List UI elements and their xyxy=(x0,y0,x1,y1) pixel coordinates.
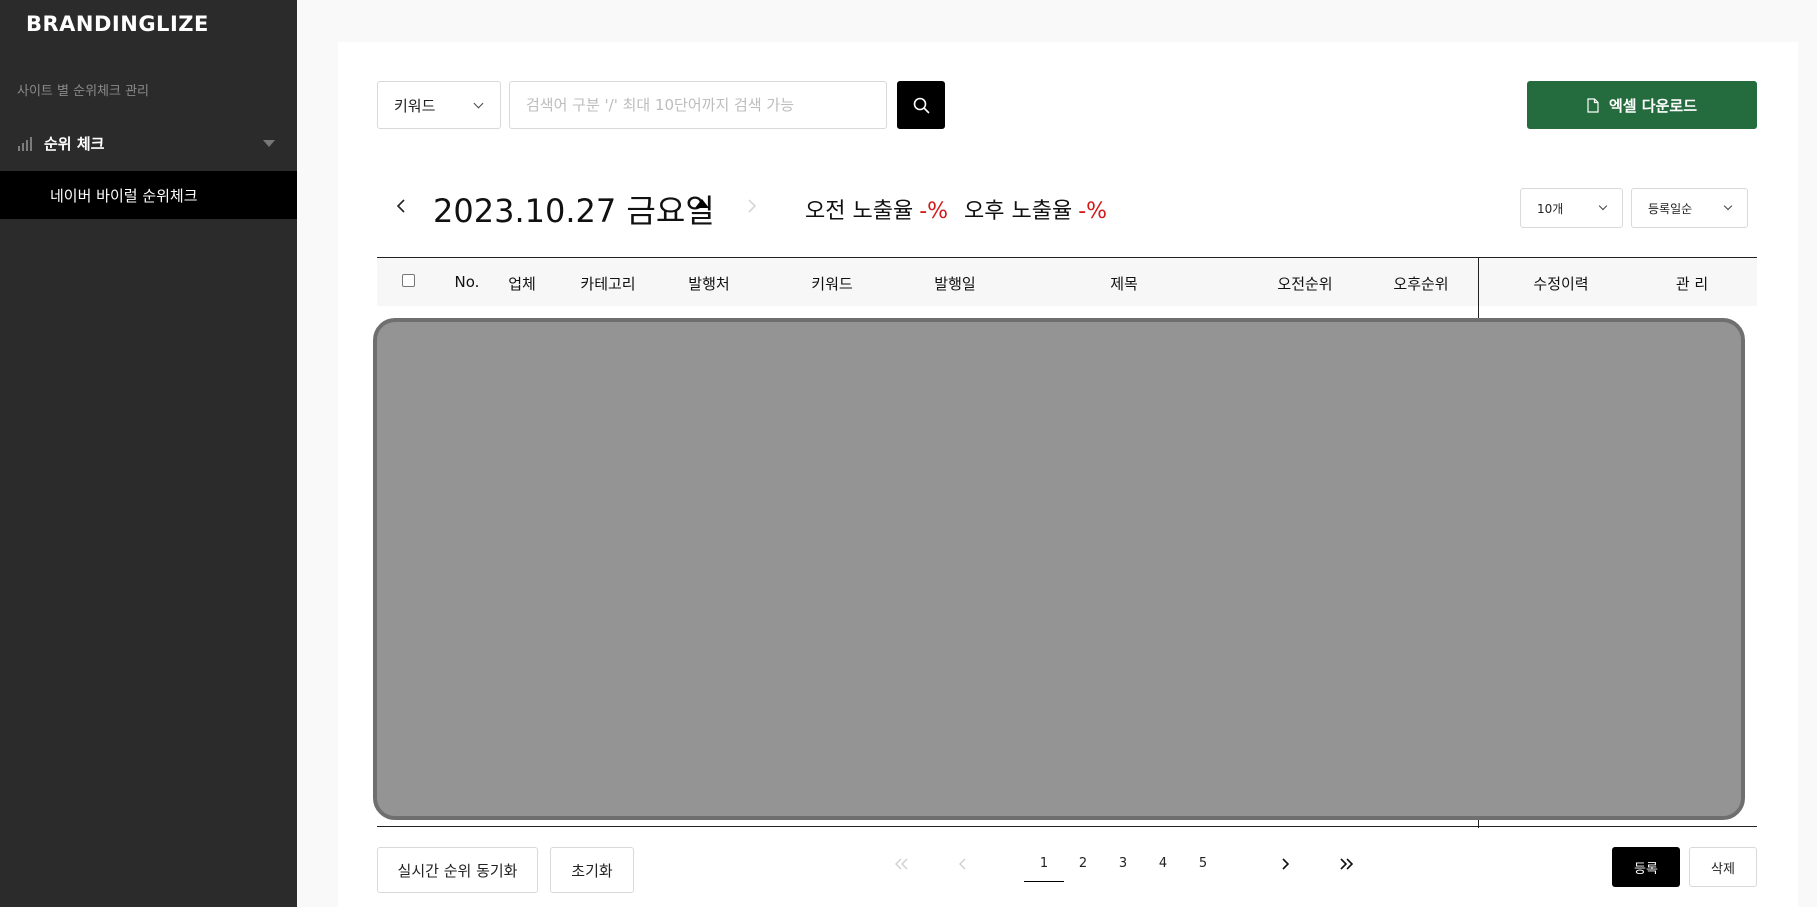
calendar-toggle-icon[interactable] xyxy=(695,199,709,208)
chevron-down-icon xyxy=(1598,201,1608,211)
chevron-right-icon xyxy=(1282,858,1290,870)
col-publish-date: 발행일 xyxy=(934,275,976,293)
col-category: 카테고리 xyxy=(580,275,636,293)
sidebar-item-naver-viral-rank[interactable]: 네이버 바이럴 순위체크 xyxy=(0,171,297,219)
chevron-left-icon xyxy=(396,199,405,213)
redacted-table-body xyxy=(373,318,1745,820)
brand-logo[interactable]: BRANDINGLIZE xyxy=(26,12,209,36)
excel-download-button[interactable]: 엑셀 다운로드 xyxy=(1527,81,1757,129)
col-am-rank: 오전순위 xyxy=(1277,275,1333,293)
page-size-value: 10개 xyxy=(1537,201,1564,216)
col-edit-history: 수정이력 xyxy=(1533,275,1589,293)
col-title: 제목 xyxy=(1110,275,1138,293)
chevron-down-icon xyxy=(1723,201,1733,211)
col-publisher: 발행처 xyxy=(688,275,730,293)
delete-button[interactable]: 삭제 xyxy=(1689,847,1757,887)
excel-download-label: 엑셀 다운로드 xyxy=(1608,96,1698,115)
double-chevron-right-icon xyxy=(1340,858,1354,870)
col-keyword: 키워드 xyxy=(811,275,853,293)
am-exposure-rate: 오전 노출율 -% xyxy=(805,193,948,225)
prev-page-button[interactable] xyxy=(951,855,975,873)
current-date: 2023.10.27 금요일 xyxy=(433,192,715,230)
am-rate-label: 오전 노출율 xyxy=(805,199,914,224)
col-pm-rank: 오후순위 xyxy=(1393,275,1449,293)
pm-rate-label: 오후 노출율 xyxy=(964,199,1073,224)
col-manage: 관 리 xyxy=(1675,275,1709,293)
search-type-value: 키워드 xyxy=(394,96,436,115)
top-strip xyxy=(297,0,1817,40)
col-no: No. xyxy=(454,273,480,291)
sidebar-group-label: 순위 체크 xyxy=(44,134,105,153)
sort-select[interactable]: 등록일순 xyxy=(1631,188,1748,228)
chevron-down-icon xyxy=(473,98,484,109)
page-1-button[interactable]: 1 xyxy=(1024,856,1064,882)
page-2-button[interactable]: 2 xyxy=(1073,856,1093,871)
prev-date-button[interactable] xyxy=(392,196,412,216)
sidebar-group-rank-check[interactable]: 순위 체크 xyxy=(0,126,297,160)
page-size-select[interactable]: 10개 xyxy=(1520,188,1623,228)
reset-button[interactable]: 초기화 xyxy=(550,847,634,893)
sort-value: 등록일순 xyxy=(1648,201,1693,216)
search-type-select[interactable]: 키워드 xyxy=(377,81,501,129)
sidebar: BRANDINGLIZE 사이트 별 순위체크 관리 순위 체크 네이버 바이럴… xyxy=(0,0,297,907)
table-header: No. 업체 카테고리 발행처 키워드 발행일 제목 오전순위 오후순위 수정이… xyxy=(377,258,1757,306)
first-page-button[interactable] xyxy=(890,855,914,873)
double-chevron-left-icon xyxy=(895,858,908,870)
page-4-button[interactable]: 4 xyxy=(1153,856,1173,871)
select-all-checkbox[interactable] xyxy=(402,274,415,287)
search-input[interactable] xyxy=(509,81,887,129)
chevron-right-icon xyxy=(748,199,757,213)
am-rate-value: -% xyxy=(919,199,949,224)
last-page-button[interactable] xyxy=(1334,855,1358,873)
file-icon xyxy=(1587,97,1599,113)
register-button[interactable]: 등록 xyxy=(1612,847,1680,887)
col-company: 업체 xyxy=(508,275,536,293)
next-page-button[interactable] xyxy=(1273,855,1297,873)
table-bottom-border xyxy=(377,826,1757,827)
realtime-sync-button[interactable]: 실시간 순위 동기화 xyxy=(377,847,538,893)
pm-rate-value: -% xyxy=(1078,199,1108,224)
page-5-button[interactable]: 5 xyxy=(1193,856,1213,871)
search-icon xyxy=(913,97,929,113)
bar-chart-icon xyxy=(18,135,34,151)
caret-down-icon xyxy=(263,140,275,147)
next-date-button[interactable] xyxy=(741,196,761,216)
sidebar-section-label: 사이트 별 순위체크 관리 xyxy=(17,84,149,99)
search-button[interactable] xyxy=(897,81,945,129)
page-3-button[interactable]: 3 xyxy=(1113,856,1133,871)
chevron-left-icon xyxy=(959,858,966,870)
pm-exposure-rate: 오후 노출율 -% xyxy=(964,193,1107,225)
